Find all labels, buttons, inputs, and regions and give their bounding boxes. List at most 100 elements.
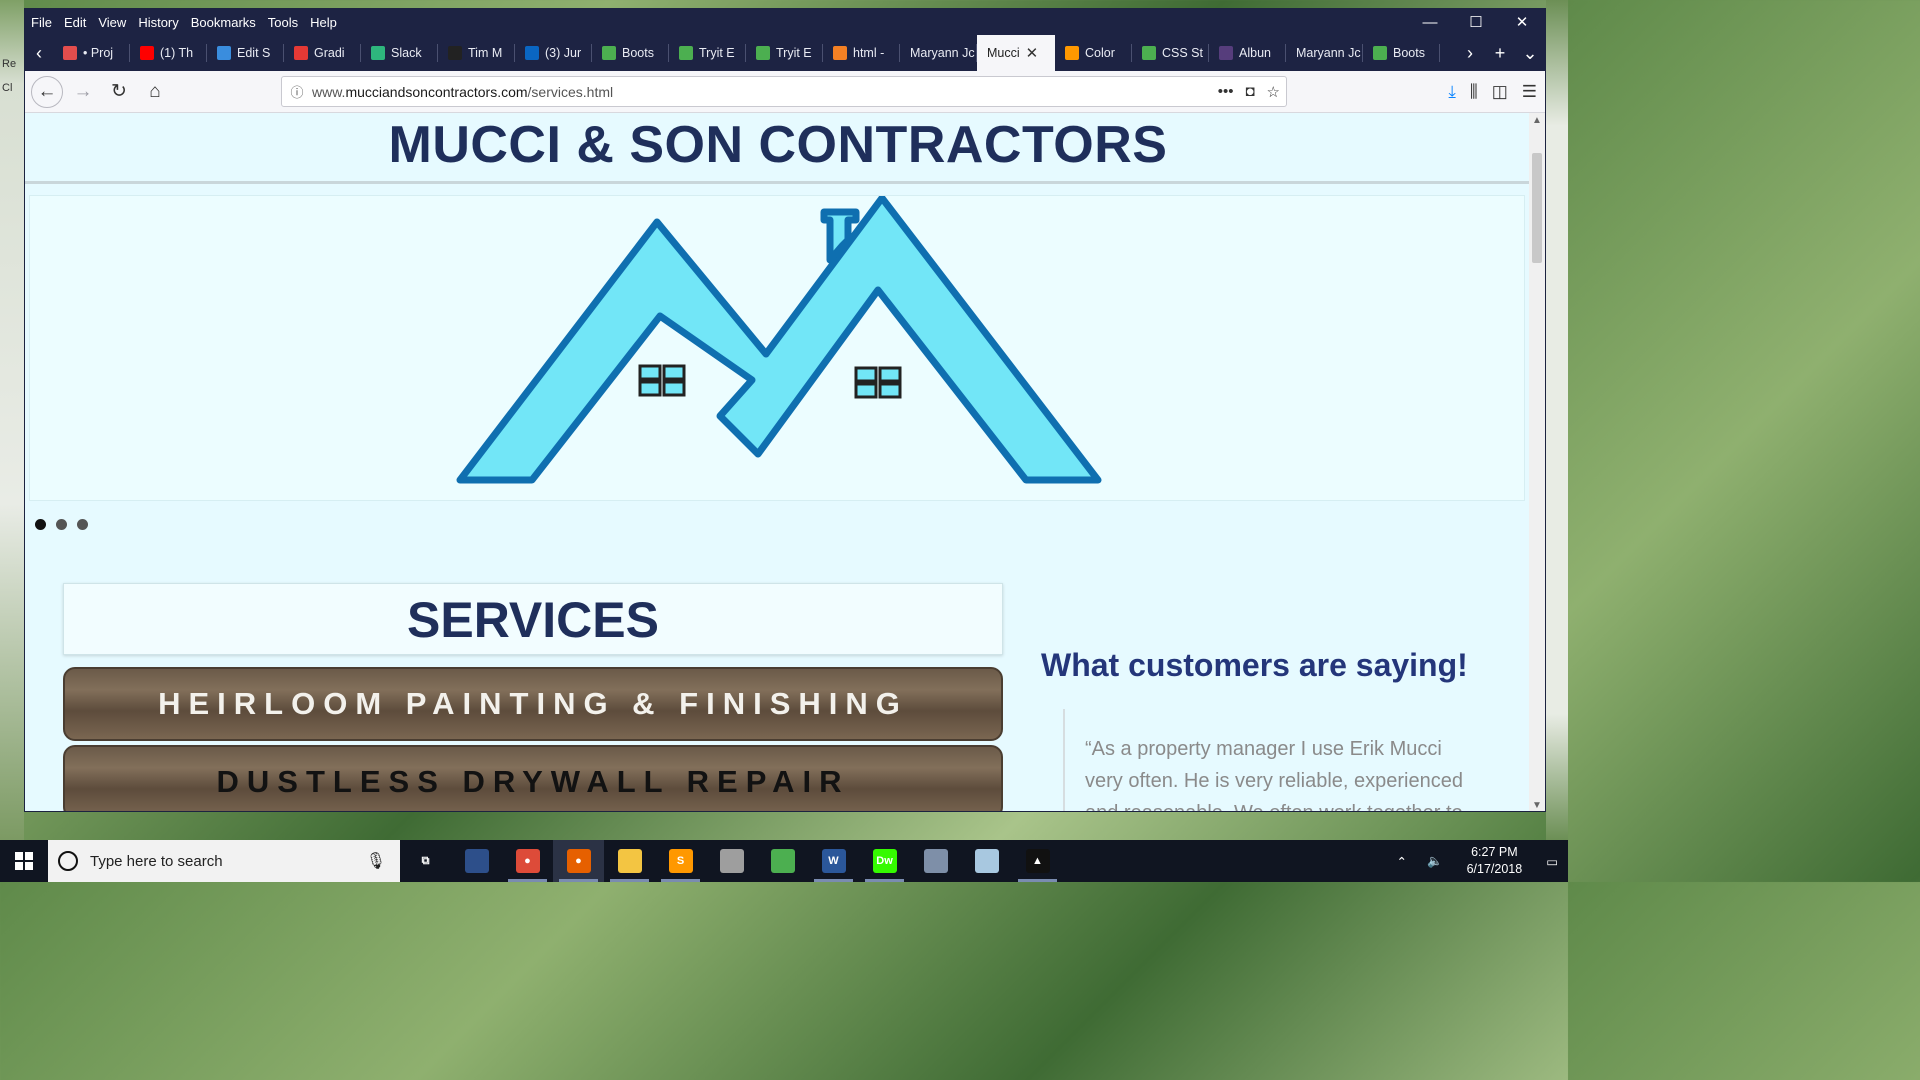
taskbar-search[interactable]: Type here to search 🎙 [48,840,400,882]
browser-window: File Edit View History Bookmarks Tools H… [24,8,1546,812]
menu-history[interactable]: History [138,15,178,30]
windows-logo-icon [15,852,33,870]
tabs-scroll-left-icon[interactable]: ‹ [25,35,53,71]
menu-bookmarks[interactable]: Bookmarks [191,15,256,30]
home-button[interactable]: ⌂ [139,76,171,108]
pocket-icon[interactable]: ◘ [1245,83,1254,101]
microphone-icon[interactable]: 🎙 [366,851,386,871]
tab[interactable]: (3) Jur [515,35,592,71]
tab[interactable]: html - [823,35,900,71]
site-info-icon[interactable]: ⓘ [282,82,312,101]
scrollbar-thumb[interactable] [1532,153,1542,263]
tab-bar: ‹ • Proj (1) Th Edit S Gradi Slack Tim M (3) J… [25,35,1545,71]
photos-icon: ▲ [1025,849,1050,873]
w3-icon [756,46,770,60]
tab-label: (1) Th [160,46,194,60]
house-roof-logo [456,196,1102,484]
tab[interactable]: Slack [361,35,438,71]
tab[interactable]: Boots [1363,35,1440,71]
url-prefix: www. [312,83,346,100]
taskbar-app[interactable]: ▲ [1012,840,1063,882]
tab[interactable]: Tryit E [669,35,746,71]
scroll-up-icon[interactable]: ▲ [1529,115,1545,126]
tab-label: • Proj [83,46,114,60]
back-button[interactable]: ← [31,75,63,108]
taskbar-app[interactable] [706,840,757,882]
bookmark-star-icon[interactable]: ☆ [1267,83,1280,101]
tab[interactable]: Boots [592,35,669,71]
menu-edit[interactable]: Edit [64,15,86,30]
taskbar-app[interactable]: W [808,840,859,882]
new-tab-icon[interactable]: + [1485,43,1515,64]
taskbar-app[interactable] [757,840,808,882]
page-actions-icon[interactable]: ••• [1218,83,1234,101]
menu-bar: File Edit View History Bookmarks Tools H… [25,9,1545,35]
tab[interactable]: Edit S [207,35,284,71]
tab-active[interactable]: Mucci ✕ [977,35,1055,71]
tabs-scroll-right-icon[interactable]: › [1455,43,1485,64]
tab-icon [63,46,77,60]
service-painting-button[interactable]: HEIRLOOM PAINTING & FINISHING [63,667,1003,741]
maximize-icon[interactable]: ☐ [1453,9,1499,35]
menu-view[interactable]: View [98,15,126,30]
menu-tools[interactable]: Tools [268,15,298,30]
app-icon-light [974,849,999,873]
menu-file[interactable]: File [31,15,52,30]
taskbar-app[interactable] [604,840,655,882]
carousel-indicators [35,519,88,530]
carousel-dot[interactable] [77,519,88,530]
logo-carousel[interactable] [29,195,1525,501]
sidebar-icon[interactable]: ◫ [1492,82,1508,102]
taskbar-app[interactable] [910,840,961,882]
url-bar[interactable]: ⓘ www. mucciandsoncontractors.com/service… [281,76,1287,107]
close-window-icon[interactable]: ✕ [1499,9,1545,35]
tab[interactable]: Tim M [438,35,515,71]
scroll-down-icon[interactable]: ▼ [1529,800,1545,811]
start-button[interactable] [0,840,48,882]
desktop-right-edge [1546,0,1568,840]
tab-label: Slack [391,46,422,60]
taskbar-app[interactable]: Dw [859,840,910,882]
tab[interactable]: Albun [1209,35,1286,71]
tab-label: Albun [1239,46,1271,60]
carousel-dot[interactable] [56,519,67,530]
forward-button[interactable]: → [67,76,99,108]
url-actions: ••• ◘ ☆ [1218,83,1280,101]
tab-label: CSS St [1162,46,1203,60]
taskbar-app[interactable]: ⧉ [400,840,451,882]
sublime-icon: S [668,849,693,873]
reload-button[interactable]: ↻ [103,76,135,108]
downloads-icon[interactable]: ⤓ [1448,82,1456,102]
hamburger-menu-icon[interactable]: ☰ [1522,82,1537,102]
tab[interactable]: Maryann Jc [1286,35,1363,71]
app-icon-blue [464,849,489,873]
volume-icon[interactable]: 🔈 [1427,854,1443,869]
page-scrollbar[interactable]: ▲ ▼ [1529,113,1545,811]
tab[interactable]: • Proj [53,35,130,71]
clock[interactable]: 6:27 PM 6/17/2018 [1467,844,1523,878]
tab-tools: › + ⌄ [1455,35,1545,71]
service-drywall-button[interactable]: DUSTLESS DRYWALL REPAIR [63,745,1003,811]
tab[interactable]: (1) Th [130,35,207,71]
tab-label: (3) Jur [545,46,582,60]
library-icon[interactable]: ⫼ [1470,82,1478,102]
taskbar-app[interactable] [961,840,1012,882]
close-tab-icon[interactable]: ✕ [1026,44,1039,62]
taskbar-app[interactable] [451,840,502,882]
carousel-dot[interactable] [35,519,46,530]
tab[interactable]: Maryann Jc [900,35,977,71]
taskbar-app[interactable]: ● [502,840,553,882]
tab[interactable]: Gradi [284,35,361,71]
youtube-icon [140,46,154,60]
tab[interactable]: Color [1055,35,1132,71]
tab[interactable]: CSS St [1132,35,1209,71]
menu-help[interactable]: Help [310,15,337,30]
action-center-icon[interactable]: ▭ [1546,854,1558,869]
tab[interactable]: Tryit E [746,35,823,71]
taskbar-app[interactable]: ● [553,840,604,882]
minimize-icon[interactable]: — [1407,9,1453,35]
tab-list-icon[interactable]: ⌄ [1515,43,1545,64]
toolbar-right: ⤓ ⫼ ◫ ☰ [1448,71,1537,113]
taskbar-app[interactable]: S [655,840,706,882]
tray-expand-icon[interactable]: ⌃ [1397,854,1407,869]
